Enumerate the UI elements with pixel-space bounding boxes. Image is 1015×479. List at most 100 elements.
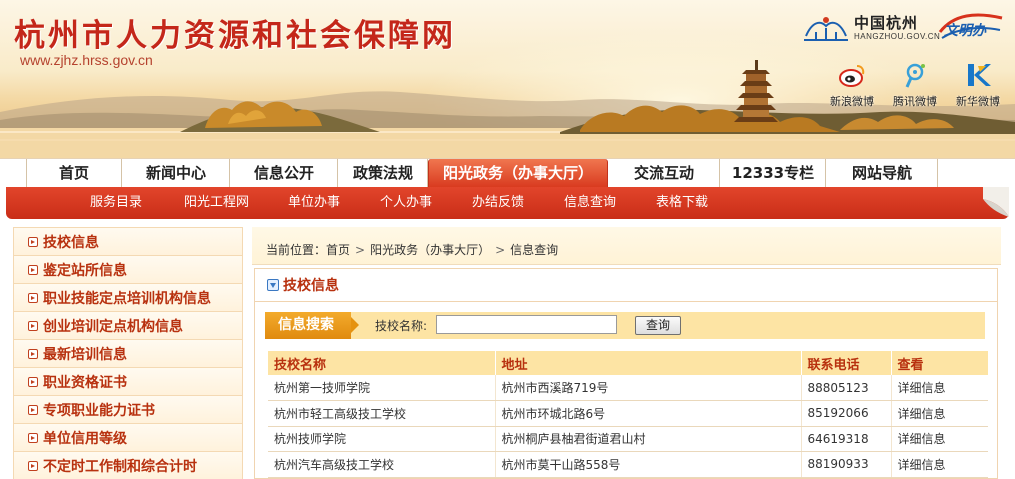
nav-item-policy[interactable]: 政策法规: [338, 159, 428, 188]
sidebar-item-appraisal-station[interactable]: 鉴定站所信息: [13, 255, 243, 283]
detail-link[interactable]: 详细信息: [891, 375, 988, 401]
sidebar-item-label: 创业培训定点机构信息: [43, 318, 183, 335]
school-name-input[interactable]: [436, 315, 617, 334]
search-bar: 信息搜索 技校名称: 查询: [265, 312, 985, 339]
sidebar-item-label: 技校信息: [43, 234, 99, 251]
detail-link[interactable]: 详细信息: [891, 426, 988, 452]
sidebar-item-credit-level[interactable]: 单位信用等级: [13, 423, 243, 451]
cell-school-name: 杭州技师学院: [268, 426, 496, 452]
detail-link[interactable]: 详细信息: [891, 451, 988, 478]
col-header-address: 地址: [495, 351, 802, 375]
site-banner: 杭州市人力资源和社会保障网 www.zjhz.hrss.gov.cn 中国杭州 …: [0, 0, 1015, 158]
breadcrumb: 当前位置： 首页 > 阳光政务（办事大厅） > 信息查询: [252, 227, 1001, 265]
breadcrumb-home[interactable]: 首页: [326, 227, 350, 264]
arrow-bullet-icon: [28, 432, 38, 443]
detail-link[interactable]: 详细信息: [891, 400, 988, 427]
sina-weibo-link[interactable]: 新浪微博: [822, 62, 882, 109]
sidebar-item-flexible-hours[interactable]: 不定时工作制和综合计时: [13, 451, 243, 479]
arrow-bullet-icon: [28, 320, 38, 331]
cell-phone: 88190933: [801, 451, 892, 478]
cell-phone: 85192066: [801, 400, 892, 427]
page-curl-icon: [983, 187, 1009, 217]
sidebar-item-latest-training[interactable]: 最新培训信息: [13, 339, 243, 367]
cell-phone: 64619318: [801, 426, 892, 452]
sina-weibo-icon: [839, 65, 865, 87]
main-nav: 首页 新闻中心 信息公开 政策法规 阳光政务（办事大厅） 交流互动 12333专…: [0, 158, 1015, 188]
tencent-weibo-icon: [905, 63, 925, 88]
cell-address: 杭州桐庐县柚君街道君山村: [495, 426, 802, 452]
breadcrumb-prefix: 当前位置：: [266, 243, 327, 257]
arrow-bullet-icon: [28, 264, 38, 275]
sina-weibo-label: 新浪微博: [830, 95, 874, 108]
hangzhou-logo-icon: [804, 17, 848, 41]
panel-header: 技校信息: [255, 269, 997, 302]
nav-item-sitemap[interactable]: 网站导航: [826, 159, 938, 188]
arrow-bullet-icon: [28, 376, 38, 387]
site-url[interactable]: www.zjhz.hrss.gov.cn: [20, 52, 153, 68]
sidebar-item-special-cert[interactable]: 专项职业能力证书: [13, 395, 243, 423]
col-header-view: 查看: [891, 351, 988, 375]
nav-item-disclosure[interactable]: 信息公开: [230, 159, 338, 188]
arrow-bullet-icon: [28, 404, 38, 415]
cell-address: 杭州市环城北路6号: [495, 400, 802, 427]
sidebar-item-startup-training[interactable]: 创业培训定点机构信息: [13, 311, 243, 339]
subnav-item-query[interactable]: 信息查询: [564, 187, 656, 219]
school-table: 技校名称 地址 联系电话 查看 杭州第一技师学院 杭州市西溪路719号 8880…: [268, 351, 988, 478]
hangzhou-logo-en: HANGZHOU.GOV.CN: [854, 32, 941, 41]
sidebar-item-school[interactable]: 技校信息: [13, 227, 243, 255]
hangzhou-gov-logo[interactable]: 中国杭州 HANGZHOU.GOV.CN: [800, 8, 940, 46]
cell-address: 杭州市莫干山路558号: [495, 451, 802, 478]
breadcrumb-current: 信息查询: [510, 243, 559, 257]
col-header-phone: 联系电话: [801, 351, 892, 375]
sidebar-item-label: 单位信用等级: [43, 430, 127, 447]
tencent-weibo-label: 腾讯微博: [893, 95, 937, 108]
col-header-name: 技校名称: [268, 351, 496, 375]
cell-address: 杭州市西溪路719号: [495, 375, 802, 401]
table-header-row: 技校名称 地址 联系电话 查看: [268, 351, 988, 375]
breadcrumb-separator: >: [495, 243, 506, 257]
breadcrumb-separator: >: [355, 243, 366, 257]
sidebar-item-label: 不定时工作制和综合计时: [43, 458, 197, 475]
wenming-logo[interactable]: 文明办: [936, 10, 1006, 42]
sidebar-item-qualification-cert[interactable]: 职业资格证书: [13, 367, 243, 395]
nav-item-services[interactable]: 阳光政务（办事大厅）: [428, 159, 608, 188]
hangzhou-logo-cn: 中国杭州: [854, 14, 919, 32]
xinhua-weibo-icon: [968, 64, 991, 86]
table-row: 杭州第一技师学院 杭州市西溪路719号 88805123 详细信息: [268, 375, 988, 401]
table-row: 杭州市轻工高级技工学校 杭州市环城北路6号 85192066 详细信息: [268, 400, 988, 427]
school-info-panel: 技校信息 信息搜索 技校名称: 查询 技校名称 地址 联系电话 查看 杭州第一技…: [254, 268, 998, 479]
wenming-logo-text: 文明办: [944, 23, 986, 39]
nav-item-interaction[interactable]: 交流互动: [608, 159, 720, 188]
subnav-item-feedback[interactable]: 办结反馈: [472, 187, 564, 219]
main-content: 当前位置： 首页 > 阳光政务（办事大厅） > 信息查询 技校信息 信息搜索 技…: [252, 227, 1001, 479]
tencent-weibo-link[interactable]: 腾讯微博: [885, 62, 945, 109]
xinhua-weibo-label: 新华微博: [956, 95, 1000, 108]
subnav-item-sunshine[interactable]: 阳光工程网: [184, 187, 288, 219]
nav-item-home[interactable]: 首页: [26, 159, 122, 188]
search-label: 技校名称:: [375, 319, 428, 333]
panel-title: 技校信息: [283, 278, 339, 294]
subnav-item-unit[interactable]: 单位办事: [288, 187, 380, 219]
table-row: 杭州汽车高级技工学校 杭州市莫干山路558号 88190933 详细信息: [268, 451, 988, 478]
xinhua-weibo-link[interactable]: 新华微博: [948, 62, 1008, 109]
cell-phone: 88805123: [801, 375, 892, 401]
nav-item-news[interactable]: 新闻中心: [122, 159, 230, 188]
breadcrumb-services[interactable]: 阳光政务（办事大厅）: [370, 227, 490, 264]
cell-school-name: 杭州市轻工高级技工学校: [268, 400, 496, 427]
sidebar-item-label: 专项职业能力证书: [43, 402, 155, 419]
sub-nav: 服务目录 阳光工程网 单位办事 个人办事 办结反馈 信息查询 表格下载: [6, 187, 1009, 219]
subnav-item-personal[interactable]: 个人办事: [380, 187, 472, 219]
sidebar-item-training-institution[interactable]: 职业技能定点培训机构信息: [13, 283, 243, 311]
cell-school-name: 杭州第一技师学院: [268, 375, 496, 401]
arrow-bullet-icon: [28, 292, 38, 303]
search-button[interactable]: 查询: [635, 316, 681, 335]
subnav-item-catalog[interactable]: 服务目录: [90, 187, 184, 219]
search-tag: 信息搜索: [265, 312, 359, 339]
subnav-item-download[interactable]: 表格下载: [656, 187, 746, 219]
sidebar-item-label: 鉴定站所信息: [43, 262, 127, 279]
sidebar-item-label: 职业技能定点培训机构信息: [43, 290, 211, 307]
nav-item-12333[interactable]: 12333专栏: [720, 159, 826, 188]
sidebar-item-label: 最新培训信息: [43, 346, 127, 363]
sidebar: 技校信息 鉴定站所信息 职业技能定点培训机构信息 创业培训定点机构信息 最新培训…: [13, 227, 243, 479]
table-row: 杭州技师学院 杭州桐庐县柚君街道君山村 64619318 详细信息: [268, 426, 988, 452]
